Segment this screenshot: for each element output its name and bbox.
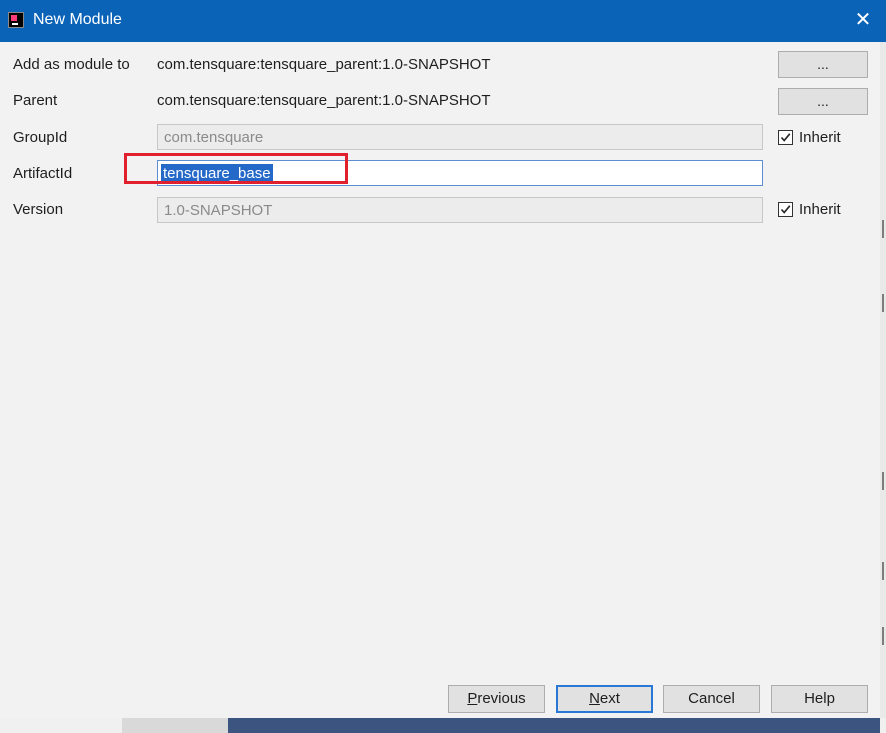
close-icon[interactable]: ✕: [852, 9, 874, 31]
annotation-highlight-box: [124, 153, 348, 184]
add-as-module-to-browse-button[interactable]: ...: [778, 51, 868, 78]
intellij-app-icon: [8, 12, 24, 28]
cancel-button[interactable]: Cancel: [663, 685, 760, 713]
group-id-inherit-checkbox[interactable]: [778, 130, 793, 145]
title-bar: New Module ✕: [0, 0, 886, 42]
next-button[interactable]: Next: [556, 685, 653, 713]
group-id-label: GroupId: [13, 129, 68, 146]
add-as-module-to-label: Add as module to: [13, 56, 130, 73]
window-title: New Module: [33, 11, 122, 28]
checkmark-icon: [780, 205, 791, 214]
help-button[interactable]: Help: [771, 685, 868, 713]
add-as-module-to-value: com.tensquare:tensquare_parent:1.0-SNAPS…: [157, 56, 491, 73]
group-id-field[interactable]: com.tensquare: [157, 124, 763, 150]
version-label: Version: [13, 201, 64, 218]
version-field[interactable]: 1.0-SNAPSHOT: [157, 197, 763, 223]
artifact-id-label: ArtifactId: [13, 165, 73, 182]
parent-browse-button[interactable]: ...: [778, 88, 868, 115]
background-window-edge: [880, 42, 886, 733]
group-id-inherit-label: Inherit: [799, 129, 841, 146]
background-editor-strip: [0, 718, 886, 733]
version-inherit-checkbox[interactable]: [778, 202, 793, 217]
parent-value: com.tensquare:tensquare_parent:1.0-SNAPS…: [157, 92, 491, 109]
previous-button[interactable]: Previous: [448, 685, 545, 713]
checkmark-icon: [780, 133, 791, 142]
version-inherit-label: Inherit: [799, 201, 841, 218]
parent-label: Parent: [13, 92, 58, 109]
